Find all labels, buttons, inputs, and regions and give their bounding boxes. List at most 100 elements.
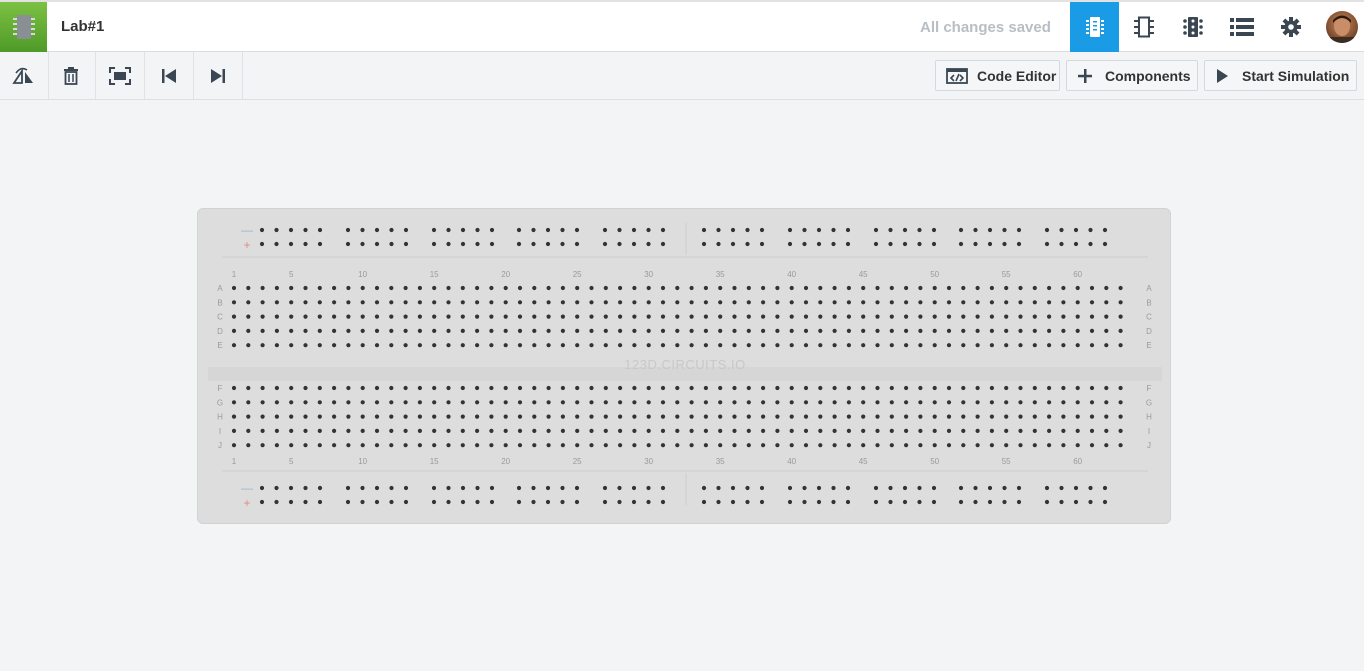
- terminal-hole[interactable]: [789, 328, 794, 333]
- plus-rail-hole[interactable]: [701, 499, 707, 505]
- terminal-hole[interactable]: [360, 414, 365, 419]
- terminal-hole[interactable]: [1075, 428, 1080, 433]
- terminal-hole[interactable]: [332, 285, 337, 291]
- terminal-hole[interactable]: [289, 428, 294, 433]
- terminal-hole[interactable]: [761, 428, 766, 433]
- terminal-hole[interactable]: [246, 443, 251, 448]
- terminal-hole[interactable]: [517, 343, 523, 348]
- terminal-hole[interactable]: [560, 400, 565, 405]
- terminal-hole[interactable]: [532, 414, 537, 419]
- terminal-hole[interactable]: [603, 314, 608, 319]
- terminal-hole[interactable]: [1004, 385, 1009, 391]
- terminal-hole[interactable]: [946, 385, 952, 391]
- minus-rail-hole[interactable]: [1102, 227, 1108, 233]
- minus-rail-hole[interactable]: [902, 485, 908, 491]
- terminal-hole[interactable]: [417, 300, 422, 305]
- plus-rail-hole[interactable]: [560, 241, 565, 247]
- terminal-hole[interactable]: [389, 285, 394, 291]
- terminal-hole[interactable]: [803, 314, 809, 319]
- terminal-hole[interactable]: [475, 343, 480, 348]
- minus-rail-hole[interactable]: [759, 227, 765, 233]
- terminal-hole[interactable]: [689, 385, 694, 391]
- terminal-hole[interactable]: [546, 400, 551, 405]
- terminal-hole[interactable]: [575, 343, 580, 348]
- terminal-hole[interactable]: [803, 428, 809, 433]
- minus-rail-hole[interactable]: [516, 485, 522, 491]
- terminal-hole[interactable]: [732, 328, 737, 333]
- schematic-view-button[interactable]: [1119, 2, 1168, 52]
- terminal-hole[interactable]: [918, 300, 923, 305]
- terminal-hole[interactable]: [346, 285, 351, 291]
- terminal-hole[interactable]: [260, 328, 265, 333]
- terminal-hole[interactable]: [961, 414, 966, 419]
- terminal-hole[interactable]: [374, 300, 380, 305]
- plus-rail-hole[interactable]: [816, 241, 822, 247]
- minus-rail-hole[interactable]: [888, 227, 893, 233]
- step-forward-button[interactable]: [194, 52, 243, 99]
- plus-rail-hole[interactable]: [1073, 499, 1079, 505]
- minus-rail-hole[interactable]: [759, 485, 765, 491]
- plus-rail-hole[interactable]: [1044, 499, 1050, 505]
- minus-rail-hole[interactable]: [288, 227, 294, 233]
- terminal-hole[interactable]: [289, 443, 294, 448]
- terminal-hole[interactable]: [660, 385, 666, 391]
- terminal-hole[interactable]: [989, 428, 995, 433]
- terminal-hole[interactable]: [446, 300, 451, 305]
- terminal-hole[interactable]: [532, 328, 537, 333]
- terminal-hole[interactable]: [718, 328, 723, 333]
- plus-rail-hole[interactable]: [1044, 241, 1050, 247]
- plus-rail-hole[interactable]: [873, 241, 879, 247]
- terminal-hole[interactable]: [703, 285, 708, 291]
- minus-rail-hole[interactable]: [987, 485, 993, 491]
- terminal-hole[interactable]: [374, 400, 380, 405]
- terminal-hole[interactable]: [1104, 328, 1109, 333]
- terminal-hole[interactable]: [1075, 328, 1080, 333]
- terminal-hole[interactable]: [1061, 443, 1066, 448]
- terminal-hole[interactable]: [818, 385, 823, 391]
- terminal-hole[interactable]: [274, 400, 279, 405]
- terminal-hole[interactable]: [346, 414, 351, 419]
- minus-rail-hole[interactable]: [345, 485, 351, 491]
- terminal-hole[interactable]: [1047, 385, 1052, 391]
- minus-rail-hole[interactable]: [831, 485, 836, 491]
- terminal-hole[interactable]: [303, 343, 308, 348]
- terminal-hole[interactable]: [646, 414, 651, 419]
- plus-rail-hole[interactable]: [831, 499, 836, 505]
- terminal-hole[interactable]: [732, 343, 737, 348]
- terminal-hole[interactable]: [832, 400, 837, 405]
- terminal-hole[interactable]: [246, 300, 251, 305]
- plus-rail-hole[interactable]: [489, 241, 495, 247]
- terminal-hole[interactable]: [231, 428, 237, 433]
- terminal-hole[interactable]: [775, 414, 780, 419]
- terminal-hole[interactable]: [575, 300, 580, 305]
- plus-rail-hole[interactable]: [845, 241, 851, 247]
- step-back-button[interactable]: [145, 52, 194, 99]
- terminal-hole[interactable]: [517, 300, 523, 305]
- terminal-hole[interactable]: [818, 328, 823, 333]
- terminal-hole[interactable]: [618, 343, 623, 348]
- terminal-hole[interactable]: [918, 428, 923, 433]
- terminal-hole[interactable]: [1018, 443, 1023, 448]
- terminal-hole[interactable]: [317, 414, 322, 419]
- terminal-hole[interactable]: [403, 385, 408, 391]
- terminal-hole[interactable]: [918, 414, 923, 419]
- terminal-hole[interactable]: [632, 314, 637, 319]
- minus-rail-hole[interactable]: [602, 227, 608, 233]
- terminal-hole[interactable]: [946, 443, 952, 448]
- terminal-hole[interactable]: [589, 400, 594, 405]
- plus-rail-hole[interactable]: [389, 241, 394, 247]
- terminal-hole[interactable]: [1089, 428, 1095, 433]
- minus-rail-hole[interactable]: [701, 485, 707, 491]
- terminal-hole[interactable]: [231, 314, 237, 319]
- terminal-hole[interactable]: [360, 300, 365, 305]
- minus-rail-hole[interactable]: [646, 485, 651, 491]
- terminal-hole[interactable]: [1032, 414, 1037, 419]
- terminal-hole[interactable]: [861, 314, 866, 319]
- plus-rail-hole[interactable]: [288, 241, 294, 247]
- terminal-hole[interactable]: [989, 443, 995, 448]
- minus-rail-hole[interactable]: [574, 227, 580, 233]
- plus-rail-hole[interactable]: [403, 241, 409, 247]
- terminal-hole[interactable]: [975, 328, 980, 333]
- terminal-hole[interactable]: [746, 400, 751, 405]
- terminal-hole[interactable]: [675, 385, 680, 391]
